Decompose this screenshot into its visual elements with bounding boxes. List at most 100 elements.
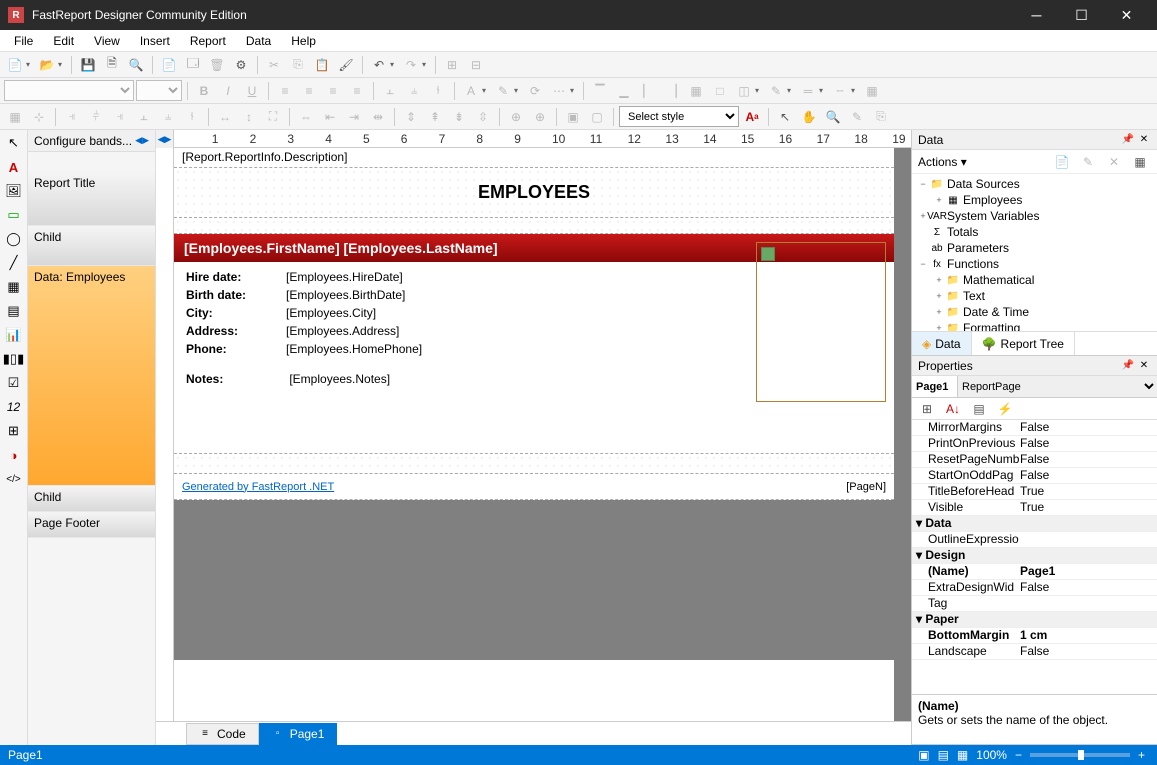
band-data-employees[interactable]: Data: Employees <box>28 266 155 486</box>
expand-icon[interactable]: + <box>932 195 946 205</box>
line-color-dropdown-icon[interactable]: ▾ <box>787 86 795 95</box>
picture-placeholder[interactable] <box>756 242 886 402</box>
dec-vspace-button[interactable]: ⇟ <box>448 106 470 128</box>
field-label[interactable]: Phone: <box>186 342 286 356</box>
bring-front-button[interactable]: ▣ <box>562 106 584 128</box>
expand-icon[interactable]: + <box>932 291 946 301</box>
line-style-dropdown-icon[interactable]: ▾ <box>851 86 859 95</box>
menu-view[interactable]: View <box>84 32 130 50</box>
zoom-slider[interactable] <box>1030 753 1130 757</box>
shape-object-icon[interactable]: ◯ <box>3 228 25 250</box>
property-value[interactable] <box>1016 612 1157 627</box>
fill-color-button[interactable]: ◫ <box>733 80 755 102</box>
pointer-tool-button[interactable]: ↖ <box>774 106 796 128</box>
tab-data[interactable]: ◈ Data <box>912 332 972 355</box>
border-all-button[interactable]: ▦ <box>685 80 707 102</box>
close-panel-icon[interactable]: ✕ <box>1137 133 1151 147</box>
align-middles-button[interactable]: ⫨ <box>157 106 179 128</box>
tree-node[interactable]: −fxFunctions <box>912 256 1157 272</box>
gauge-object-icon[interactable]: ◑ <box>3 444 25 466</box>
border-top-button[interactable]: ▔ <box>589 80 611 102</box>
value-notes[interactable]: [Employees.Notes] <box>289 372 390 386</box>
property-row[interactable]: VisibleTrue <box>912 500 1157 516</box>
property-value[interactable]: False <box>1016 580 1157 595</box>
property-value[interactable]: True <box>1016 500 1157 515</box>
prop-alpha-icon[interactable]: A↓ <box>942 398 964 420</box>
property-row[interactable]: TitleBeforeHeadTrue <box>912 484 1157 500</box>
same-width-button[interactable]: ↔ <box>214 106 236 128</box>
center-horiz-button[interactable]: ⊕ <box>505 106 527 128</box>
font-color-dropdown-icon[interactable]: ▾ <box>482 86 490 95</box>
property-value[interactable]: False <box>1016 452 1157 467</box>
underline-button[interactable]: U <box>241 80 263 102</box>
same-height-button[interactable]: ↕ <box>238 106 260 128</box>
expand-icon[interactable]: − <box>916 179 930 189</box>
property-value[interactable] <box>1016 596 1157 611</box>
align-center-button[interactable]: ≡ <box>298 80 320 102</box>
line-style-button[interactable]: ╌ <box>829 80 851 102</box>
picture-object-icon[interactable]: 🖼 <box>3 180 25 202</box>
richtext-object-icon[interactable]: 12 <box>3 396 25 418</box>
rotate-button[interactable]: ⟳ <box>524 80 546 102</box>
data-tree[interactable]: −📁Data Sources+▦Employees+VARSystem Vari… <box>912 174 1157 331</box>
redo-dropdown-icon[interactable]: ▾ <box>422 60 430 69</box>
same-size-button[interactable]: ⛶ <box>262 106 284 128</box>
expand-icon[interactable]: + <box>932 323 946 331</box>
tree-node[interactable]: +📁Date & Time <box>912 304 1157 320</box>
barcode-object-icon[interactable]: ▮▯▮ <box>3 348 25 370</box>
font-color-button[interactable]: A <box>460 80 482 102</box>
paste-button[interactable]: 📋 <box>311 54 333 76</box>
field-label[interactable]: City: <box>186 306 286 320</box>
menu-report[interactable]: Report <box>180 32 236 50</box>
text-page-number[interactable]: [PageN] <box>846 481 886 493</box>
dec-hspace-button[interactable]: ⇥ <box>343 106 365 128</box>
field-value[interactable]: [Employees.HomePhone] <box>286 342 422 356</box>
new-dialog-button[interactable]: 🗔 <box>182 54 204 76</box>
prop-pages-icon[interactable]: ▤ <box>968 398 990 420</box>
new-page-button[interactable]: 📄 <box>158 54 180 76</box>
field-label[interactable]: Address: <box>186 324 286 338</box>
property-value[interactable]: False <box>1016 436 1157 451</box>
center-vert-button[interactable]: ⊕ <box>529 106 551 128</box>
valign-bottom-button[interactable]: ⫮ <box>427 80 449 102</box>
format-copy-button[interactable]: ⎘ <box>870 106 892 128</box>
new-dropdown-icon[interactable]: ▾ <box>26 60 34 69</box>
highlight-dropdown-icon[interactable]: ▾ <box>514 86 522 95</box>
format-dropdown-icon[interactable]: ▾ <box>570 86 578 95</box>
inc-hspace-button[interactable]: ⇤ <box>319 106 341 128</box>
band-object-icon[interactable]: ▭ <box>3 204 25 226</box>
align-bottoms-button[interactable]: ⫮ <box>181 106 203 128</box>
preview-button[interactable]: 🔍 <box>125 54 147 76</box>
band-child-1[interactable]: Child <box>28 226 155 266</box>
send-back-button[interactable]: ▢ <box>586 106 608 128</box>
cut-button[interactable]: ✂ <box>263 54 285 76</box>
configure-bands-button[interactable]: Configure bands... ◀▶ <box>28 130 155 152</box>
property-value[interactable]: False <box>1016 644 1157 659</box>
format-button[interactable]: ⋯ <box>548 80 570 102</box>
property-row[interactable]: OutlineExpressio <box>912 532 1157 548</box>
highlight-button[interactable]: ✎ <box>492 80 514 102</box>
menu-help[interactable]: Help <box>281 32 326 50</box>
snap-button[interactable]: ⊹ <box>28 106 50 128</box>
field-label[interactable]: Birth date: <box>186 288 286 302</box>
footer-link[interactable]: Generated by FastReport .NET <box>182 481 334 493</box>
format-painter-button[interactable]: 🖌 <box>335 54 357 76</box>
page-settings-button[interactable]: ⚙ <box>230 54 252 76</box>
status-view3-icon[interactable]: ▦ <box>957 748 968 762</box>
line-color-button[interactable]: ✎ <box>765 80 787 102</box>
property-value[interactable] <box>1016 532 1157 547</box>
italic-button[interactable]: I <box>217 80 239 102</box>
save-button[interactable]: 💾 <box>77 54 99 76</box>
text-object-icon[interactable]: A <box>3 156 25 178</box>
inc-vspace-button[interactable]: ⇞ <box>424 106 446 128</box>
chart-object-icon[interactable]: 📊 <box>3 324 25 346</box>
horizontal-ruler[interactable]: 12345678910111213141516171819 <box>174 130 911 148</box>
open-button[interactable]: 📂 <box>36 54 58 76</box>
property-row[interactable]: PrintOnPreviousFalse <box>912 436 1157 452</box>
font-size-combo[interactable] <box>136 80 182 101</box>
property-value[interactable]: False <box>1016 420 1157 435</box>
open-dropdown-icon[interactable]: ▾ <box>58 60 66 69</box>
grid-button[interactable]: ▦ <box>4 106 26 128</box>
tree-node[interactable]: +VARSystem Variables <box>912 208 1157 224</box>
ungroup-button[interactable]: ⊟ <box>465 54 487 76</box>
